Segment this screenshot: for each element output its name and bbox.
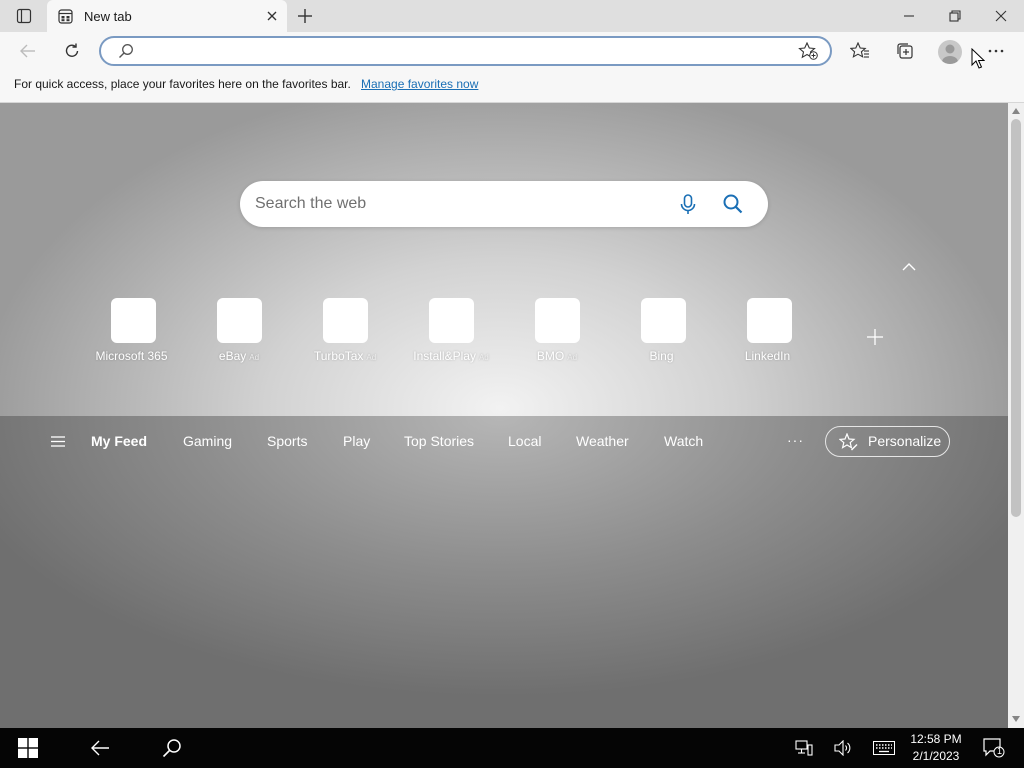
tab-strip: New tab: [0, 0, 1024, 32]
favorites-bar: For quick access, place your favorites h…: [0, 70, 1024, 103]
quick-link-tile[interactable]: LinkedIn: [724, 298, 814, 368]
browser-toolbar: [0, 32, 1024, 70]
keyboard-icon[interactable]: [872, 737, 896, 759]
add-site-icon[interactable]: [866, 328, 884, 346]
feed-tab-my-feed[interactable]: My Feed: [91, 433, 147, 449]
search-icon[interactable]: [161, 737, 183, 759]
tile-icon: [111, 298, 156, 343]
tab-new-tab[interactable]: New tab: [47, 0, 287, 32]
close-icon[interactable]: [265, 9, 279, 23]
tile-icon: [217, 298, 262, 343]
scroll-up-arrow[interactable]: [1012, 108, 1020, 114]
web-search-box[interactable]: [240, 181, 768, 227]
tile-icon: [747, 298, 792, 343]
scroll-down-arrow[interactable]: [1012, 716, 1020, 722]
page-scrollbar[interactable]: [1008, 103, 1024, 728]
tile-ad-badge: Ad: [249, 353, 260, 362]
profile-icon[interactable]: [938, 40, 962, 64]
feed-tab-top-stories[interactable]: Top Stories: [404, 433, 474, 449]
tile-label: LinkedIn: [744, 349, 791, 363]
tile-ad-badge: Ad: [478, 353, 489, 362]
restore-icon[interactable]: [944, 5, 966, 27]
more-icon[interactable]: [985, 40, 1007, 62]
web-search-input[interactable]: [255, 193, 655, 215]
volume-icon[interactable]: [832, 737, 854, 759]
quick-link-tile[interactable]: TurboTax Ad: [300, 298, 390, 368]
feed-tab-local[interactable]: Local: [508, 433, 541, 449]
new-tab-page: Microsoft 365 eBayAd TurboTaxAd Install&…: [0, 103, 1008, 728]
notification-count: 1: [997, 746, 1003, 756]
feed-tab-watch[interactable]: Watch: [664, 433, 703, 449]
refresh-icon[interactable]: [61, 40, 83, 62]
scrollbar-thumb[interactable]: [1011, 119, 1021, 517]
address-input[interactable]: [141, 42, 761, 60]
microphone-icon[interactable]: [677, 193, 699, 215]
taskbar: 12:58 PM 2/1/2023 1: [0, 728, 1024, 768]
newtab-favicon: [58, 9, 73, 24]
tile-icon: [323, 298, 368, 343]
quick-link-tile[interactable]: Microsoft 365: [88, 298, 178, 368]
tile-icon: [429, 298, 474, 343]
personalize-icon: [839, 433, 858, 452]
feed-navigation: My Feed Gaming Sports Play Top Stories L…: [0, 416, 1008, 466]
tile-icon: [535, 298, 580, 343]
favorites-bar-message: For quick access, place your favorites h…: [14, 77, 351, 91]
plus-icon: [298, 9, 312, 23]
tile-label: BMO: [536, 349, 565, 363]
tile-ad-badge: Ad: [366, 353, 377, 362]
tab-actions-icon[interactable]: [10, 6, 38, 26]
search-icon: [118, 43, 134, 59]
feed-tab-weather[interactable]: Weather: [576, 433, 629, 449]
chevron-up-icon[interactable]: [900, 260, 918, 274]
quick-link-tile[interactable]: eBay Ad: [194, 298, 284, 368]
tile-label: eBay: [218, 349, 247, 363]
system-clock[interactable]: 12:58 PM 2/1/2023: [898, 731, 974, 765]
network-icon[interactable]: [793, 737, 815, 759]
tile-label: Bing: [649, 349, 674, 363]
tab-title: New tab: [84, 9, 132, 24]
tile-ad-badge: Ad: [567, 353, 578, 362]
personalize-button[interactable]: Personalize: [825, 426, 950, 457]
feed-more-button[interactable]: ···: [787, 432, 804, 448]
tile-label: Install&Play: [413, 349, 476, 363]
notification-icon[interactable]: 1: [983, 737, 1005, 759]
feed-tab-play[interactable]: Play: [343, 433, 370, 449]
feed-tab-gaming[interactable]: Gaming: [183, 433, 232, 449]
windows-start-icon[interactable]: [17, 737, 39, 759]
collections-icon[interactable]: [894, 40, 916, 62]
quick-link-tile[interactable]: BMO Ad: [512, 298, 602, 368]
window-close-icon[interactable]: [990, 5, 1012, 27]
new-tab-button[interactable]: [294, 5, 316, 27]
personalize-label: Personalize: [868, 433, 942, 449]
minimize-icon[interactable]: [898, 5, 920, 27]
quick-link-tile[interactable]: Install&Play Ad: [406, 298, 496, 368]
address-bar[interactable]: [99, 36, 832, 66]
search-icon[interactable]: [722, 193, 744, 215]
mouse-cursor-icon: [971, 48, 985, 70]
clock-date: 2/1/2023: [912, 749, 960, 763]
back-arrow-icon[interactable]: [89, 737, 111, 759]
hamburger-icon[interactable]: [51, 436, 65, 447]
tile-icon: [641, 298, 686, 343]
add-favorite-icon[interactable]: [798, 42, 818, 60]
clock-time: 12:58 PM: [910, 732, 962, 746]
manage-favorites-link[interactable]: Manage favorites now: [361, 77, 478, 91]
tile-label: TurboTax: [313, 349, 364, 363]
favorites-icon[interactable]: [849, 40, 871, 62]
feed-tab-sports[interactable]: Sports: [267, 433, 307, 449]
quick-link-tile[interactable]: Bing: [618, 298, 708, 368]
back-arrow-icon[interactable]: [17, 40, 39, 62]
tile-label: Microsoft 365: [95, 349, 168, 363]
